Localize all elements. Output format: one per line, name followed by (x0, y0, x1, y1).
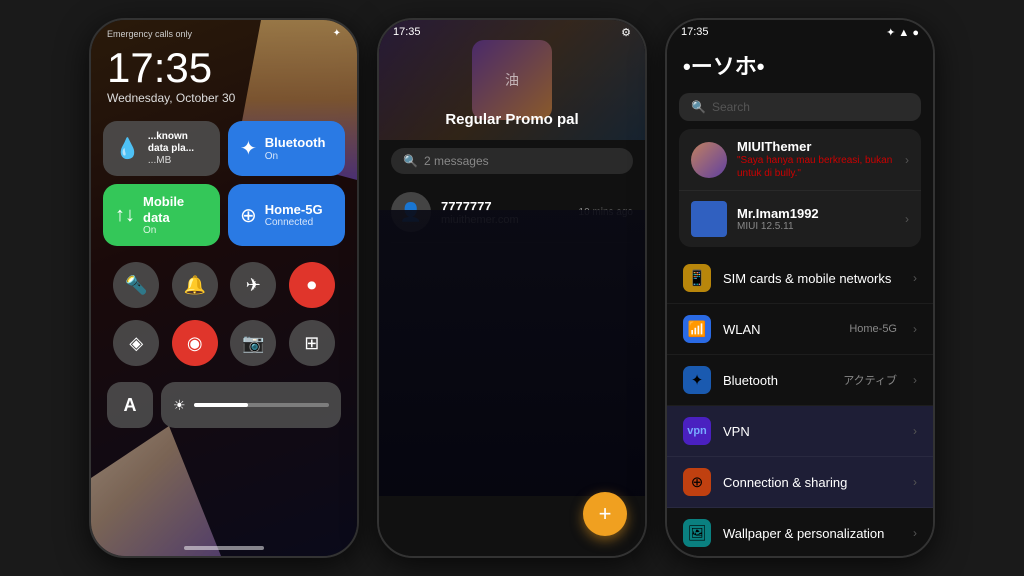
chat-title: Regular Promo pal (379, 111, 645, 128)
data-tile[interactable]: 💧 ...known data pla... ...MB (103, 121, 220, 176)
accessibility-button[interactable]: A (107, 382, 153, 428)
notification-button[interactable]: 🔔 (172, 262, 218, 308)
location-button[interactable]: ◈ (113, 320, 159, 366)
profile-sub-1: "Saya hanya mau berkreasi, bukan untuk d… (737, 154, 895, 180)
camera-button[interactable]: 📷 (230, 320, 276, 366)
profile-chevron-2: › (905, 212, 909, 226)
phone-2-messages: 油 17:35 ⚙ Regular Promo pal 🔍 2 messages… (377, 18, 647, 558)
settings-list: 📱 SIM cards & mobile networks › 📶 WLAN H… (667, 253, 933, 556)
icon-row-2: ◈ ◉ 📷 ⊞ (91, 316, 357, 370)
status-bar-3: 17:35 ✦ ▲ ● (667, 20, 933, 45)
bluetooth-settings-icon: ✦ (683, 366, 711, 394)
connection-label: Connection & sharing (723, 475, 901, 490)
sun-icon: ☀ (173, 397, 186, 414)
status-icons-2: ⚙ (621, 26, 631, 39)
wifi-label: Home-5G (265, 202, 333, 218)
settings-connection[interactable]: ⊕ Connection & sharing › (667, 457, 933, 508)
wlan-icon: 📶 (683, 315, 711, 343)
bluetooth-sub: On (265, 151, 333, 162)
sim-chevron: › (913, 271, 917, 285)
airplane-button[interactable]: ✈ (230, 262, 276, 308)
data-sub: ...MB (148, 155, 208, 166)
bluetooth-chevron: › (913, 373, 917, 387)
bottom-bar: A ☀ (91, 374, 357, 436)
status-bar: Emergency calls only ✦ (91, 20, 357, 43)
focus-button[interactable]: ◉ (172, 320, 218, 366)
search-placeholder: 2 messages (424, 154, 489, 168)
phone-1-control-center: Emergency calls only ✦ 17:35 Wednesday, … (89, 18, 359, 558)
profile-avatar-1 (691, 142, 727, 178)
date-display: Wednesday, October 30 (107, 91, 341, 105)
wifi-sub: Connected (265, 217, 333, 228)
wifi-tile[interactable]: ⊕ Home-5G Connected (228, 184, 345, 246)
vpn-label: VPN (723, 424, 901, 439)
profile-section: MIUIThemer "Saya hanya mau berkreasi, bu… (679, 129, 921, 247)
status-bar-2: 17:35 ⚙ (379, 20, 645, 45)
time-display-2: 17:35 (393, 26, 421, 39)
settings-search-icon: 🔍 (691, 100, 706, 114)
profile-name-2: Mr.Imam1992 (737, 206, 895, 221)
mobile-data-tile[interactable]: ↑↓ Mobile data On (103, 184, 220, 246)
settings-vpn[interactable]: vpn VPN › (667, 406, 933, 457)
bluetooth-tile[interactable]: ✦ Bluetooth On (228, 121, 345, 176)
settings-search-bar[interactable]: 🔍 Search (679, 93, 921, 121)
settings-bluetooth[interactable]: ✦ Bluetooth アクティブ › (667, 355, 933, 406)
settings-sim[interactable]: 📱 SIM cards & mobile networks › (667, 253, 933, 304)
dark-content-area (379, 210, 645, 496)
connection-chevron: › (913, 475, 917, 489)
mobile-label: Mobile data (143, 194, 208, 225)
bluetooth-value: アクティブ (843, 372, 897, 388)
search-icon: 🔍 (403, 154, 418, 168)
phone-3-settings: 17:35 ✦ ▲ ● •ーソホ• 🔍 Search MIUIThemer "S… (665, 18, 935, 558)
profile-version: MIUI 12.5.11 (737, 221, 895, 232)
profile-chevron-1: › (905, 153, 909, 167)
wallpaper-chevron: › (913, 526, 917, 540)
compose-button[interactable]: + (583, 492, 627, 536)
settings-wlan[interactable]: 📶 WLAN Home-5G › (667, 304, 933, 355)
status-icons-3: ✦ ▲ ● (886, 26, 919, 39)
brightness-track (194, 403, 329, 407)
bluetooth-icon: ✦ (240, 136, 257, 161)
wlan-value: Home-5G (849, 323, 897, 335)
settings-search-placeholder: Search (712, 100, 750, 114)
bluetooth-settings-label: Bluetooth (723, 373, 831, 388)
status-icons: ✦ (333, 28, 341, 39)
expand-button[interactable]: ⊞ (289, 320, 335, 366)
connection-icon: ⊕ (683, 468, 711, 496)
settings-title: •ーソホ• (667, 45, 933, 89)
settings-wallpaper[interactable]: 🖼 Wallpaper & personalization › (667, 508, 933, 556)
time-section: 17:35 Wednesday, October 30 (91, 43, 357, 113)
wallpaper-label: Wallpaper & personalization (723, 526, 901, 541)
clock-display: 17:35 (107, 47, 341, 89)
profile-row-1[interactable]: MIUIThemer "Saya hanya mau berkreasi, bu… (679, 129, 921, 191)
data-icon: 💧 (115, 136, 140, 161)
flashlight-button[interactable]: 🔦 (113, 262, 159, 308)
status-emergency: Emergency calls only (107, 29, 192, 39)
data-label: ...known data pla... (148, 131, 208, 155)
time-display-3: 17:35 (681, 26, 709, 39)
mobile-sub: On (143, 225, 208, 236)
wlan-label: WLAN (723, 322, 837, 337)
chat-header-bg: 油 17:35 ⚙ Regular Promo pal (379, 20, 645, 140)
vpn-chevron: › (913, 424, 917, 438)
brightness-control[interactable]: ☀ (161, 382, 341, 428)
icon-row-1: 🔦 🔔 ✈ ⏺ (91, 254, 357, 316)
wlan-chevron: › (913, 322, 917, 336)
wallpaper-icon: 🖼 (683, 519, 711, 547)
brightness-fill (194, 403, 248, 407)
bluetooth-label: Bluetooth (265, 135, 333, 151)
wifi-icon: ⊕ (240, 203, 257, 228)
record-button[interactable]: ⏺ (289, 262, 335, 308)
vpn-icon: vpn (683, 417, 711, 445)
controls-grid: 💧 ...known data pla... ...MB ✦ Bluetooth… (91, 113, 357, 254)
sim-label: SIM cards & mobile networks (723, 271, 901, 286)
profile-avatar-2 (691, 201, 727, 237)
sim-icon: 📱 (683, 264, 711, 292)
profile-name-1: MIUIThemer (737, 139, 895, 154)
profile-row-2[interactable]: Mr.Imam1992 MIUI 12.5.11 › (679, 191, 921, 247)
message-search-bar[interactable]: 🔍 2 messages (391, 148, 633, 174)
home-indicator (184, 546, 264, 550)
chat-title-text: Regular Promo pal (379, 111, 645, 128)
mobile-icon: ↑↓ (115, 204, 135, 227)
